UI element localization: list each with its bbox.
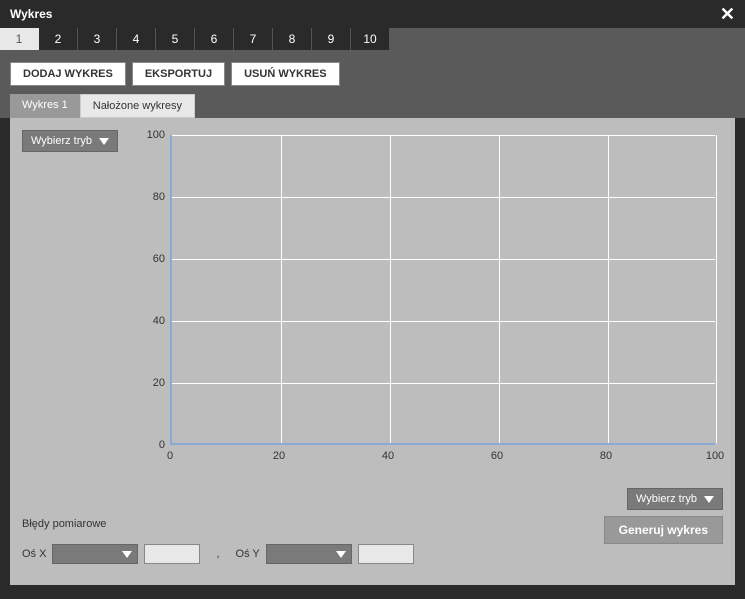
mode-select-top-label: Wybierz tryb xyxy=(31,135,92,147)
window-title: Wykres xyxy=(10,7,52,21)
x-tick-100: 100 xyxy=(706,450,724,462)
x-tick-80: 80 xyxy=(600,450,612,462)
y-tick-40: 40 xyxy=(135,315,165,327)
chevron-down-icon xyxy=(99,138,109,145)
axis-y-dropdown[interactable] xyxy=(266,544,352,564)
tab-4[interactable]: 4 xyxy=(117,28,156,50)
chevron-down-icon xyxy=(122,551,132,558)
tab-6[interactable]: 6 xyxy=(195,28,234,50)
tab-1[interactable]: 1 xyxy=(0,28,39,50)
axis-x-dropdown[interactable] xyxy=(52,544,138,564)
chart-grid xyxy=(170,135,715,445)
export-button[interactable]: EKSPORTUJ xyxy=(132,62,225,86)
tab-strip: 1 2 3 4 5 6 7 8 9 10 xyxy=(0,28,745,54)
add-chart-button[interactable]: DODAJ WYKRES xyxy=(10,62,126,86)
x-tick-20: 20 xyxy=(273,450,285,462)
chart-area: 100 80 60 40 20 0 0 20 40 60 80 100 xyxy=(130,130,715,480)
tab-2[interactable]: 2 xyxy=(39,28,78,50)
close-icon[interactable]: ✕ xyxy=(720,5,735,23)
y-tick-60: 60 xyxy=(135,253,165,265)
tab-5[interactable]: 5 xyxy=(156,28,195,50)
subtab-overlay[interactable]: Nałożone wykresy xyxy=(80,94,195,118)
errors-label: Błędy pomiarowe xyxy=(22,518,106,530)
axis-x-input[interactable] xyxy=(144,544,200,564)
y-tick-0: 0 xyxy=(135,439,165,451)
axis-x-label: Oś X xyxy=(22,548,46,560)
tab-10[interactable]: 10 xyxy=(351,28,390,50)
tab-3[interactable]: 3 xyxy=(78,28,117,50)
x-tick-60: 60 xyxy=(491,450,503,462)
mode-select-bottom-label: Wybierz tryb xyxy=(636,493,697,505)
tab-9[interactable]: 9 xyxy=(312,28,351,50)
axis-y-input[interactable] xyxy=(358,544,414,564)
chevron-down-icon xyxy=(336,551,346,558)
generate-button[interactable]: Generuj wykres xyxy=(604,516,723,544)
subtab-chart1[interactable]: Wykres 1 xyxy=(10,94,80,118)
tab-8[interactable]: 8 xyxy=(273,28,312,50)
axis-y-label: Oś Y xyxy=(236,548,260,560)
comma-separator: , xyxy=(216,548,219,560)
y-tick-80: 80 xyxy=(135,191,165,203)
chevron-down-icon xyxy=(704,496,714,503)
delete-chart-button[interactable]: USUŃ WYKRES xyxy=(231,62,340,86)
mode-select-top[interactable]: Wybierz tryb xyxy=(22,130,118,152)
tab-7[interactable]: 7 xyxy=(234,28,273,50)
x-tick-0: 0 xyxy=(167,450,173,462)
mode-select-bottom[interactable]: Wybierz tryb xyxy=(627,488,723,510)
x-tick-40: 40 xyxy=(382,450,394,462)
y-tick-100: 100 xyxy=(135,129,165,141)
y-tick-20: 20 xyxy=(135,377,165,389)
